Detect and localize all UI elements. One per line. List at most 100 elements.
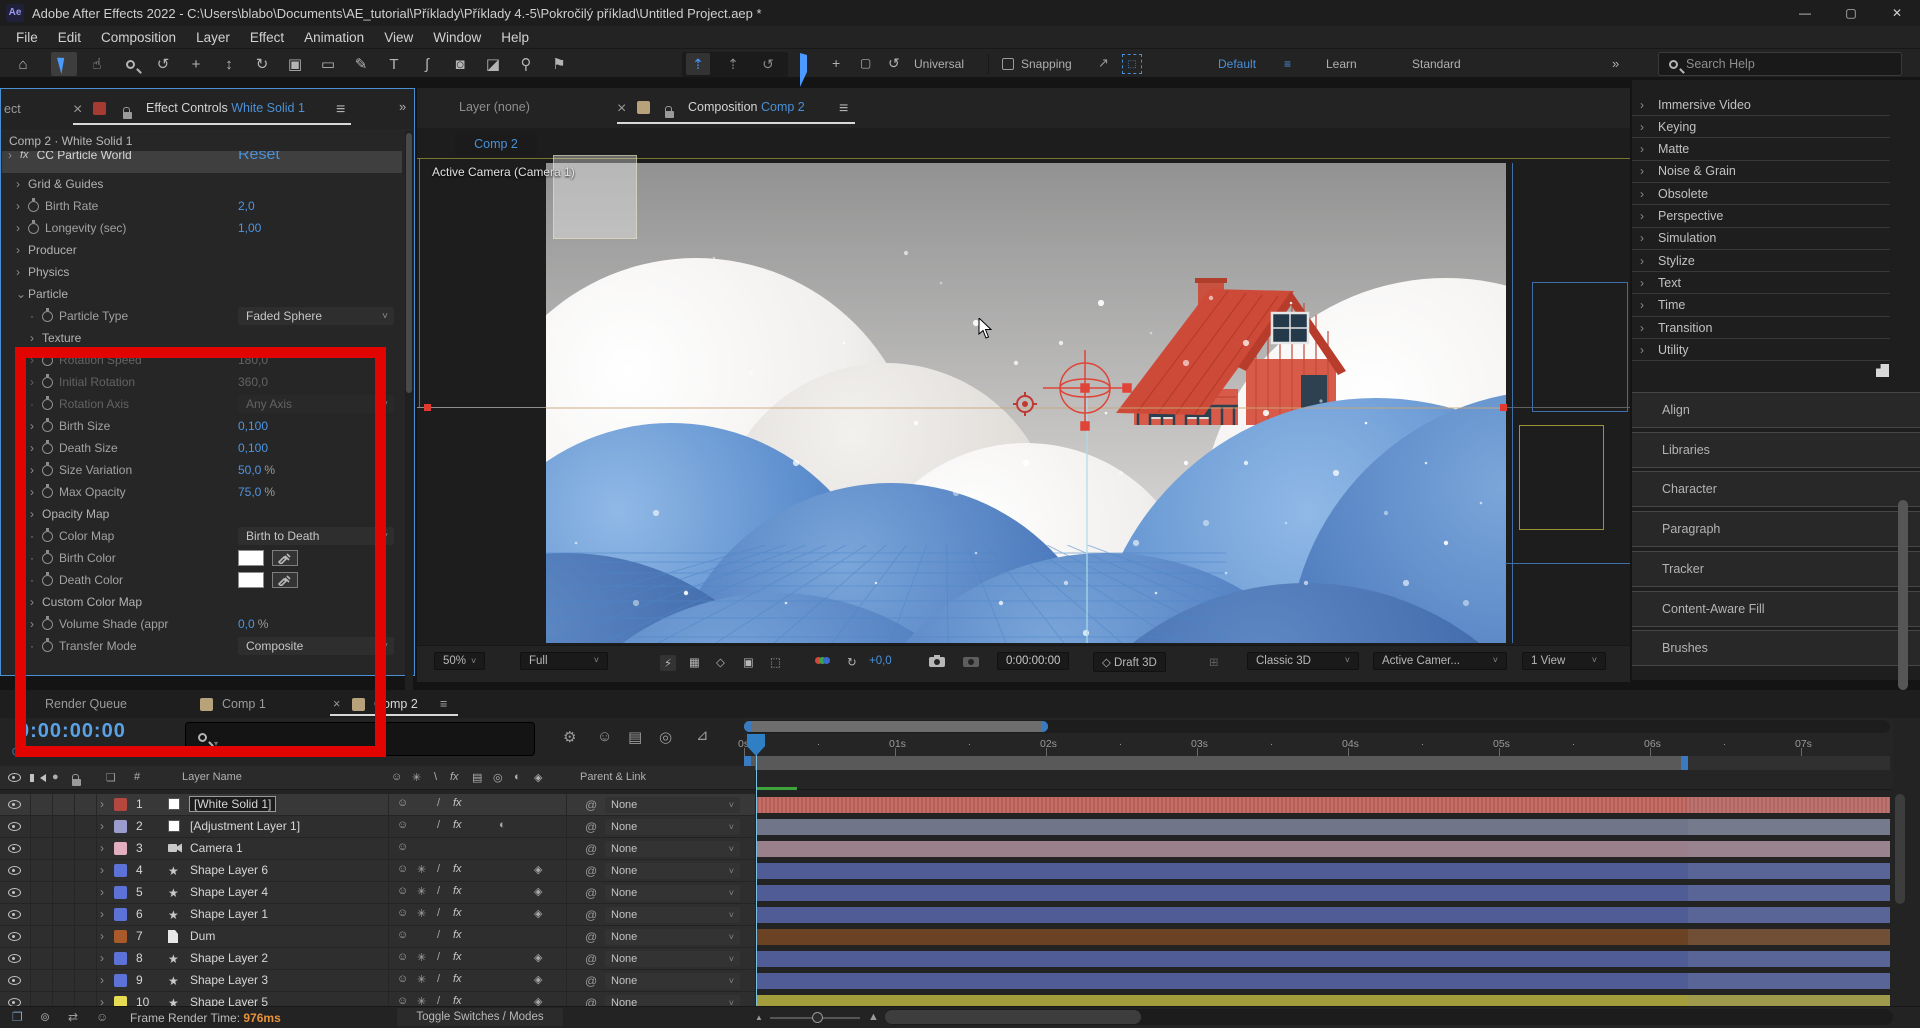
switch-fx[interactable]: fx	[453, 885, 462, 897]
stopwatch-icon[interactable]	[42, 483, 53, 498]
timeline-h-scrollbar[interactable]	[885, 1009, 1893, 1025]
tab-close-icon[interactable]: ×	[73, 101, 82, 119]
param-value[interactable]: 0,100	[238, 441, 268, 455]
eye-icon[interactable]	[8, 954, 21, 963]
layer-row-3[interactable]: › 3 Camera 1 ☺ @ None ˅	[0, 838, 755, 860]
label-color[interactable]	[114, 886, 127, 899]
parent-select[interactable]: None ˅	[605, 951, 740, 967]
effect-row-transfer-mode[interactable]: · Transfer Mode Composite ˅	[2, 635, 402, 657]
transparency-grid-icon[interactable]: ▦	[689, 655, 700, 669]
tab-close-icon[interactable]: ×	[617, 100, 626, 118]
color-swatch[interactable]	[238, 550, 264, 566]
param-value[interactable]: 360,0	[238, 375, 268, 389]
effect-row-death-size[interactable]: › Death Size 0,100	[2, 437, 402, 459]
help-search-input[interactable]: Search Help	[1658, 52, 1902, 76]
effect-row-custom-color-map[interactable]: › Custom Color Map	[2, 591, 402, 613]
region-of-interest-icon[interactable]: ▣	[743, 655, 754, 669]
mask-visibility-icon[interactable]: ◇	[716, 655, 725, 669]
layer-handle-right[interactable]	[1500, 404, 1507, 411]
switch-fx[interactable]: fx	[453, 907, 462, 919]
lock-icon[interactable]	[665, 106, 674, 118]
layer-row-8[interactable]: › 8 ★ Shape Layer 2 ☺ ✳ / fx ◈ @ None ˅	[0, 948, 755, 970]
rotation-tool[interactable]: ↻	[249, 52, 275, 76]
switch-shy[interactable]: ☺	[397, 841, 408, 853]
maximize-button[interactable]: ▢	[1828, 0, 1874, 26]
switch-quality[interactable]: /	[437, 797, 440, 809]
fx-category-perspective[interactable]: › Perspective	[1632, 206, 1890, 228]
tab-layer[interactable]: Layer (none)	[459, 100, 530, 114]
layer-row-1[interactable]: › 1 [White Solid 1] ☺ / fx @ None ˅	[0, 794, 755, 816]
parent-pickwhip-icon[interactable]: @	[585, 974, 597, 988]
parent-pickwhip-icon[interactable]: @	[585, 930, 597, 944]
timeline-navigator[interactable]	[744, 720, 1890, 733]
stopwatch-icon[interactable]	[42, 307, 53, 322]
label-color[interactable]	[114, 952, 127, 965]
fx-category-matte[interactable]: › Matte	[1632, 139, 1890, 161]
eraser-tool[interactable]: ◪	[480, 52, 506, 76]
layer-name[interactable]: Dum	[190, 929, 215, 943]
zoom-tool[interactable]	[117, 52, 143, 76]
hand-tool[interactable]: ☝	[84, 52, 110, 76]
panel-overflow-icon[interactable]: »	[399, 99, 406, 114]
effect-row-color-map[interactable]: · Color Map Birth to Death ˅	[2, 525, 402, 547]
stopwatch-icon[interactable]	[42, 439, 53, 454]
switch-fx[interactable]: fx	[453, 973, 462, 985]
shy-icon[interactable]: ☺	[597, 728, 612, 745]
eye-icon[interactable]	[8, 800, 21, 809]
panel-corner-icon[interactable]	[1876, 364, 1889, 377]
parent-select[interactable]: None ˅	[605, 885, 740, 901]
expand-switches-icon[interactable]: ⊚	[40, 1010, 50, 1024]
universal-move-tool[interactable]: +	[832, 55, 840, 71]
parent-pickwhip-icon[interactable]: @	[585, 952, 597, 966]
snapping-checkbox[interactable]	[1002, 58, 1014, 70]
toggle-switches-modes-button[interactable]: Toggle Switches / Modes	[397, 1008, 563, 1026]
layer-row-6[interactable]: › 6 ★ Shape Layer 1 ☺ ✳ / fx ◈ @ None ˅	[0, 904, 755, 926]
panel-tab-tracker[interactable]: Tracker	[1632, 550, 1920, 587]
eye-icon[interactable]	[8, 976, 21, 985]
parent-pickwhip-icon[interactable]: @	[585, 842, 597, 856]
stopwatch-icon[interactable]	[42, 417, 53, 432]
zoom-select[interactable]: 50% ˅	[434, 652, 486, 670]
switch-quality[interactable]: /	[437, 951, 440, 963]
stopwatch-icon[interactable]	[42, 549, 53, 564]
eye-icon[interactable]	[8, 844, 21, 853]
param-value[interactable]: 0,100	[238, 419, 268, 433]
menu-layer[interactable]: Layer	[186, 30, 240, 45]
param-dropdown[interactable]: Any Axis ˅	[238, 395, 394, 413]
brush-tool[interactable]: ʃ	[414, 52, 440, 76]
effect-row-rotation-speed[interactable]: › Rotation Speed 180,0	[2, 349, 402, 371]
switch-collapse[interactable]: ✳	[417, 907, 426, 920]
effect-controls-scrollbar[interactable]	[405, 131, 413, 755]
layer-row-4[interactable]: › 4 ★ Shape Layer 6 ☺ ✳ / fx ◈ @ None ˅	[0, 860, 755, 882]
layer-name[interactable]: Camera 1	[190, 841, 243, 855]
layer-row-2[interactable]: › 2 [Adjustment Layer 1] ☺ / fx ◐ @ None ˅	[0, 816, 755, 838]
minimize-button[interactable]: —	[1782, 0, 1828, 26]
parent-select[interactable]: None ˅	[605, 819, 740, 835]
stopwatch-icon[interactable]	[42, 351, 53, 366]
label-color[interactable]	[114, 798, 127, 811]
tab-render-queue[interactable]: Render Queue	[45, 697, 127, 711]
stopwatch-icon[interactable]	[28, 219, 39, 234]
param-dropdown[interactable]: Faded Sphere ˅	[238, 307, 394, 325]
orbit-camera-tool[interactable]: ↺	[150, 52, 176, 76]
workspace-learn[interactable]: Learn	[1326, 57, 1357, 71]
composition-viewport-image[interactable]	[546, 163, 1506, 643]
parent-select[interactable]: None ˅	[605, 973, 740, 989]
switch-shy[interactable]: ☺	[397, 907, 408, 919]
effect-row-birth-color[interactable]: · Birth Color	[2, 547, 402, 569]
effect-header-row[interactable]: › fx CC Particle World Reset	[2, 151, 402, 173]
fx-category-noise-grain[interactable]: › Noise & Grain	[1632, 161, 1890, 183]
stopwatch-icon[interactable]	[42, 373, 53, 388]
draft-3d-button[interactable]: ◇ Draft 3D	[1093, 652, 1166, 672]
composition-mini-flowchart-icon[interactable]: ⚙	[563, 728, 576, 746]
label-color[interactable]	[114, 842, 127, 855]
selection-tool[interactable]	[51, 52, 77, 76]
exposure-reset-icon[interactable]: ↻	[847, 655, 857, 669]
menu-effect[interactable]: Effect	[240, 30, 294, 45]
parent-select[interactable]: None ˅	[605, 841, 740, 857]
menu-window[interactable]: Window	[423, 30, 491, 45]
layer-name[interactable]: Shape Layer 1	[190, 907, 268, 921]
panel-menu-icon[interactable]: ≡	[440, 697, 447, 711]
layer-name[interactable]: Shape Layer 3	[190, 973, 268, 987]
menu-help[interactable]: Help	[491, 30, 539, 45]
